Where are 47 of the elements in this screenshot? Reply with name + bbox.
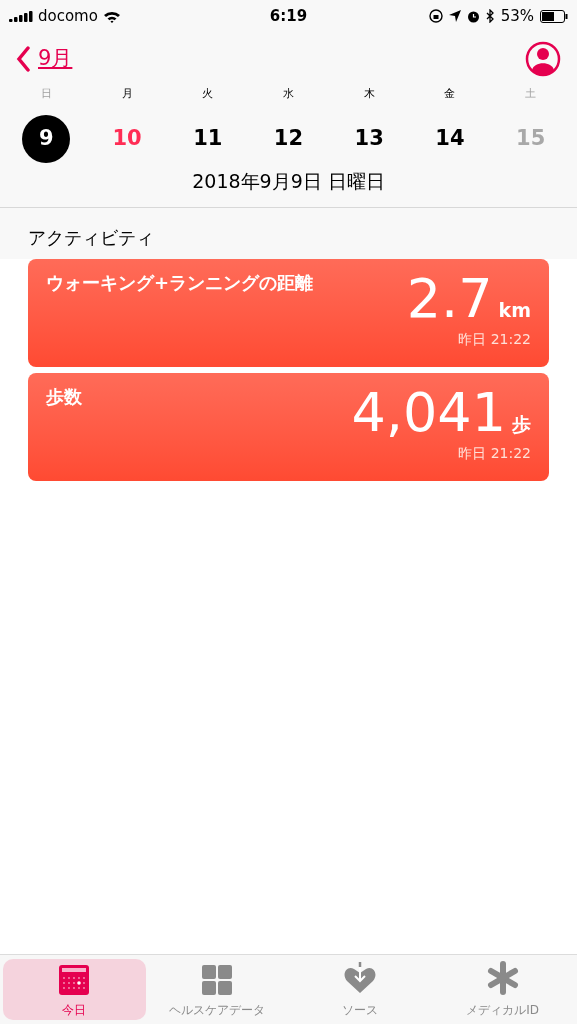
calendar-icon	[59, 965, 90, 995]
weekday-label: 月	[121, 86, 133, 102]
asterisk-icon	[486, 961, 519, 995]
alarm-icon	[466, 9, 480, 23]
wifi-icon	[102, 9, 121, 23]
heart-download-icon	[342, 961, 377, 995]
weekday-label: 金	[444, 86, 456, 102]
card-value: 4,041	[351, 383, 506, 443]
signal-icon	[9, 10, 33, 22]
day-button[interactable]: 13	[345, 114, 394, 163]
day-button[interactable]: 15	[506, 114, 555, 163]
tab-item[interactable]: メディカルID	[431, 959, 574, 1020]
back-button[interactable]: 9月	[16, 43, 73, 75]
chevron-left-icon	[16, 46, 30, 72]
card-title: 歩数	[46, 385, 82, 409]
card-value: 2.7	[406, 269, 493, 329]
bluetooth-icon	[485, 9, 495, 23]
location-icon	[448, 10, 461, 22]
profile-icon[interactable]	[525, 41, 561, 77]
section-header: アクティビティ	[0, 208, 577, 259]
date-title: 2018年9月9日 日曜日	[191, 168, 386, 194]
weekday-label: 日	[40, 86, 52, 102]
status-time: 6:19	[269, 5, 308, 27]
weekday-label: 土	[525, 86, 537, 102]
grid-icon	[202, 965, 233, 995]
card-unit: km	[498, 298, 531, 323]
card-time: 昨日 21:22	[458, 444, 531, 463]
tab-item[interactable]: ヘルスケアデータ	[145, 959, 289, 1020]
day-button[interactable]: 9	[22, 114, 71, 163]
tab-item[interactable]: 今日	[3, 959, 146, 1020]
day-button[interactable]: 10	[103, 114, 152, 163]
rotation-lock-icon	[428, 9, 443, 23]
day-button[interactable]: 14	[425, 114, 474, 163]
weekday-label: 木	[363, 86, 375, 102]
day-button[interactable]: 12	[264, 114, 313, 163]
day-button[interactable]: 11	[183, 114, 232, 163]
carrier-name: docomo	[38, 5, 98, 27]
battery-icon	[540, 9, 568, 23]
weekday-label: 火	[202, 86, 214, 102]
card-time: 昨日 21:22	[458, 330, 531, 349]
tab-item[interactable]: ソース	[288, 959, 432, 1020]
card-title: ウォーキング+ランニングの距離	[46, 271, 314, 295]
activity-card[interactable]: ウォーキング+ランニングの距離 2.7 km 昨日 21:22	[28, 259, 549, 367]
card-unit: 歩	[512, 412, 531, 437]
battery-percent: 53%	[500, 5, 534, 27]
activity-card[interactable]: 歩数 4,041 歩 昨日 21:22	[28, 373, 549, 481]
weekday-label: 水	[283, 86, 294, 102]
